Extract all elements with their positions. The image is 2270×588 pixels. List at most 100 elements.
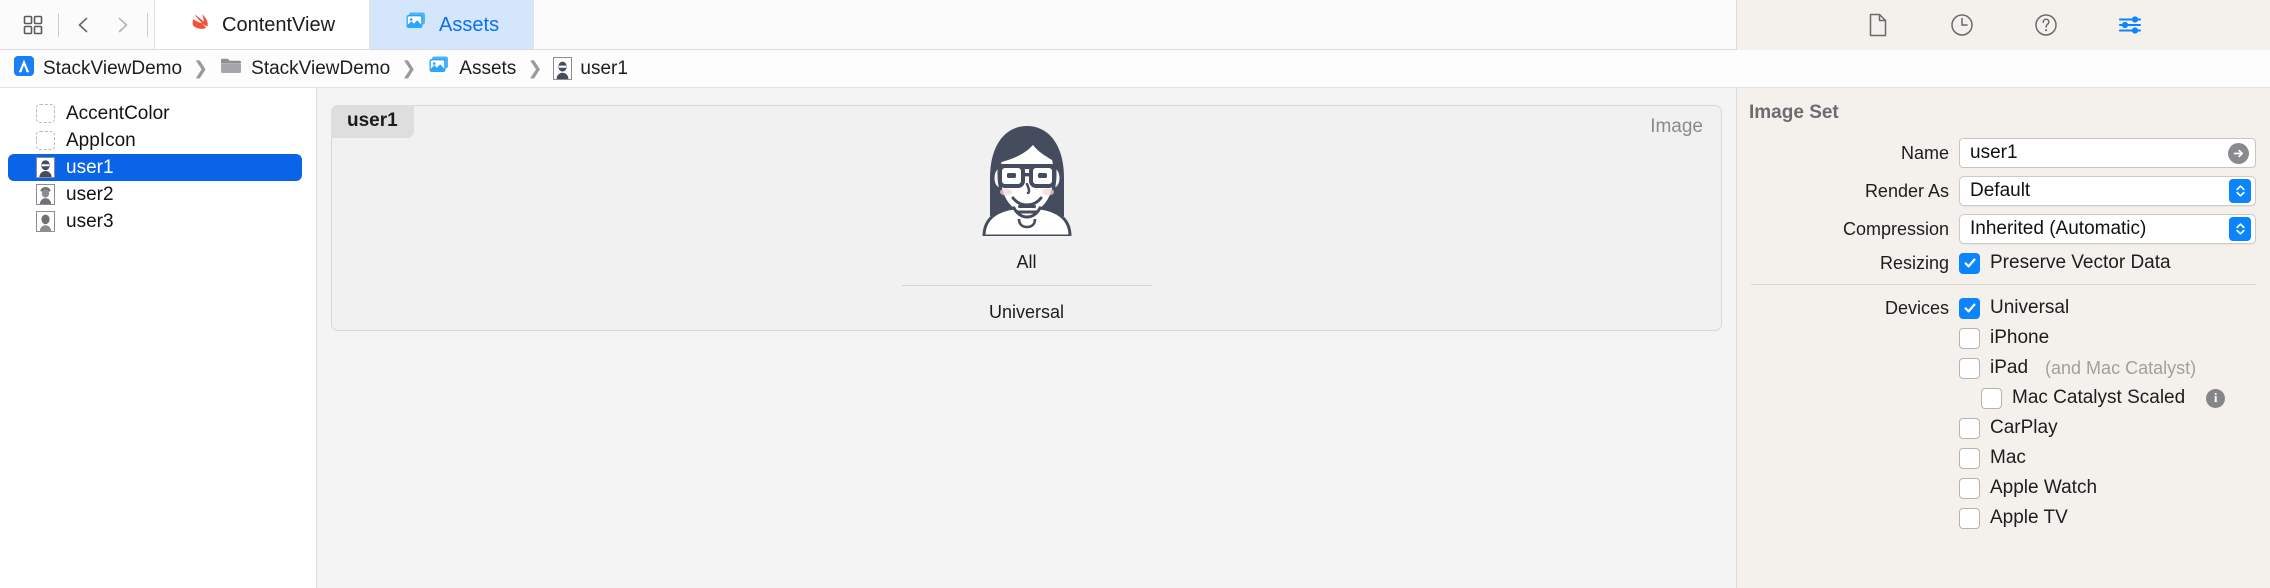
xcode-window: ContentView Assets StackViewDemo ❯ Stack… [0,0,2270,588]
breadcrumb: StackViewDemo ❯ StackViewDemo ❯ Assets ❯… [0,50,2270,88]
device-iphone-checkbox[interactable] [1959,327,1980,349]
sidebar-item-user2[interactable]: user2 [0,181,302,208]
arrow-right-circle-icon[interactable] [2228,142,2249,164]
tab-contentview[interactable]: ContentView [154,0,371,49]
attributes-inspector: Image Set Name user1 Render As Default C… [1736,88,2270,588]
sidebar-item-user3[interactable]: user3 [0,208,302,235]
image-slot-universal[interactable]: All Universal [901,114,1152,323]
forward-chevron-icon[interactable] [103,6,141,44]
field-row-device-iphone: iPhone [1737,327,2270,349]
slot-caption: All [1016,251,1037,272]
sidebar-item-label: AppIcon [66,129,136,151]
chevron-updown-icon[interactable] [2229,179,2251,203]
field-row-device-ipad: iPad (and Mac Catalyst) [1737,357,2270,379]
card-kind-label: Image [1650,116,1703,137]
tab-bar-left-controls [0,0,154,49]
sidebar-item-user1[interactable]: user1 [8,154,302,181]
assets-catalog-icon [427,55,451,83]
device-carplay-checkbox[interactable] [1959,417,1980,439]
field-row-device-mac: Mac [1737,447,2270,469]
back-chevron-icon[interactable] [65,6,103,44]
image-set-icon [553,57,573,80]
compression-label: Compression [1842,218,1949,239]
file-inspector-icon[interactable] [1859,6,1897,44]
history-inspector-icon[interactable] [1943,6,1981,44]
field-row-name: Name user1 [1737,138,2270,168]
device-ipad-checkbox[interactable] [1959,357,1980,379]
breadcrumb-item-imageset[interactable]: user1 [553,57,628,80]
breadcrumb-item-project[interactable]: StackViewDemo [13,55,182,83]
resizing-label: Resizing [1879,252,1949,273]
breadcrumb-label: user1 [580,57,628,79]
breadcrumb-separator: ❯ [401,58,417,78]
grid-navigator-icon[interactable] [14,6,52,44]
xcode-project-icon [13,55,35,83]
attributes-inspector-icon[interactable] [2111,6,2149,44]
sidebar-item-label: AccentColor [66,102,170,124]
tab-assets[interactable]: Assets [370,0,535,49]
image-set-thumbnail-icon [36,184,55,205]
device-apple-watch-checkbox[interactable] [1959,477,1980,499]
preserve-vector-data-checkbox[interactable] [1959,252,1980,274]
render-as-select[interactable]: Default [1959,176,2256,206]
swift-file-icon [189,11,211,39]
breadcrumb-label: StackViewDemo [43,57,183,79]
field-row-compression: Compression Inherited (Automatic) [1737,214,2270,244]
devices-label: Devices [1884,297,1949,318]
editor-body: AccentColor AppIcon user1 user2 user3 us… [0,88,2270,588]
sidebar-item-label: user1 [66,156,114,178]
chevron-updown-icon[interactable] [2229,217,2251,241]
toolbar-divider [58,12,59,37]
editor-tab-bar: ContentView Assets [0,0,2270,50]
female-avatar-with-glasses [966,114,1088,236]
device-apple-tv-checkbox[interactable] [1959,507,1980,529]
device-apple-watch-label: Apple Watch [1990,477,2098,498]
breadcrumb-item-folder[interactable]: StackViewDemo [219,56,390,82]
inspector-divider [1751,284,2256,285]
toolbar-divider-2 [147,12,148,37]
device-universal-checkbox[interactable] [1959,297,1980,319]
field-row-resizing: Resizing Preserve Vector Data [1737,252,2270,274]
field-row-device-mac-catalyst-scaled: Mac Catalyst Scaled i [1737,387,2270,409]
name-input[interactable]: user1 [1959,138,2256,168]
field-row-render-as: Render As Default [1737,176,2270,206]
sidebar-item-appicon[interactable]: AppIcon [0,127,302,154]
inspector-title: Image Set [1749,102,1839,123]
breadcrumb-label: StackViewDemo [251,57,391,79]
breadcrumb-separator: ❯ [527,58,543,78]
image-set-thumbnail-icon [36,157,55,178]
breadcrumb-label: Assets [459,57,517,79]
device-mac-catalyst-scaled-checkbox[interactable] [1981,387,2002,409]
compression-value: Inherited (Automatic) [1970,218,2147,239]
card-title: user1 [331,105,414,138]
tab-label: ContentView [222,13,336,36]
preserve-vector-data-label: Preserve Vector Data [1990,252,2171,273]
compression-select[interactable]: Inherited (Automatic) [1959,214,2256,244]
tab-label: Assets [439,13,500,36]
field-row-device-apple-watch: Apple Watch [1737,477,2270,499]
info-icon[interactable]: i [2206,388,2226,408]
field-row-devices-universal: Devices Universal [1737,297,2270,319]
name-value: user1 [1970,142,2018,163]
name-label: Name [1900,142,1949,163]
sidebar-item-accentcolor[interactable]: AccentColor [0,100,302,127]
sidebar-item-label: user2 [66,183,114,205]
device-mac-checkbox[interactable] [1959,447,1980,469]
device-mac-catalyst-scaled-label: Mac Catalyst Scaled [2012,387,2186,408]
device-iphone-label: iPhone [1990,327,2050,348]
assets-sidebar: AccentColor AppIcon user1 user2 user3 [0,88,317,588]
device-apple-tv-label: Apple TV [1990,507,2068,528]
image-set-card[interactable]: user1 Image All Universal [331,105,1722,331]
slot-subcaption: Universal [988,301,1065,322]
assets-catalog-icon [404,11,428,39]
quick-help-icon[interactable] [2027,6,2065,44]
device-mac-label: Mac [1990,447,2026,468]
color-set-placeholder-icon [36,104,55,123]
breadcrumb-separator: ❯ [193,58,209,78]
breadcrumb-item-assets[interactable]: Assets [427,55,516,83]
device-universal-label: Universal [1990,297,2070,318]
field-row-device-apple-tv: Apple TV [1737,507,2270,529]
sidebar-item-label: user3 [66,210,114,232]
slot-divider [901,284,1152,286]
inspector-tab-strip [1736,0,2270,50]
